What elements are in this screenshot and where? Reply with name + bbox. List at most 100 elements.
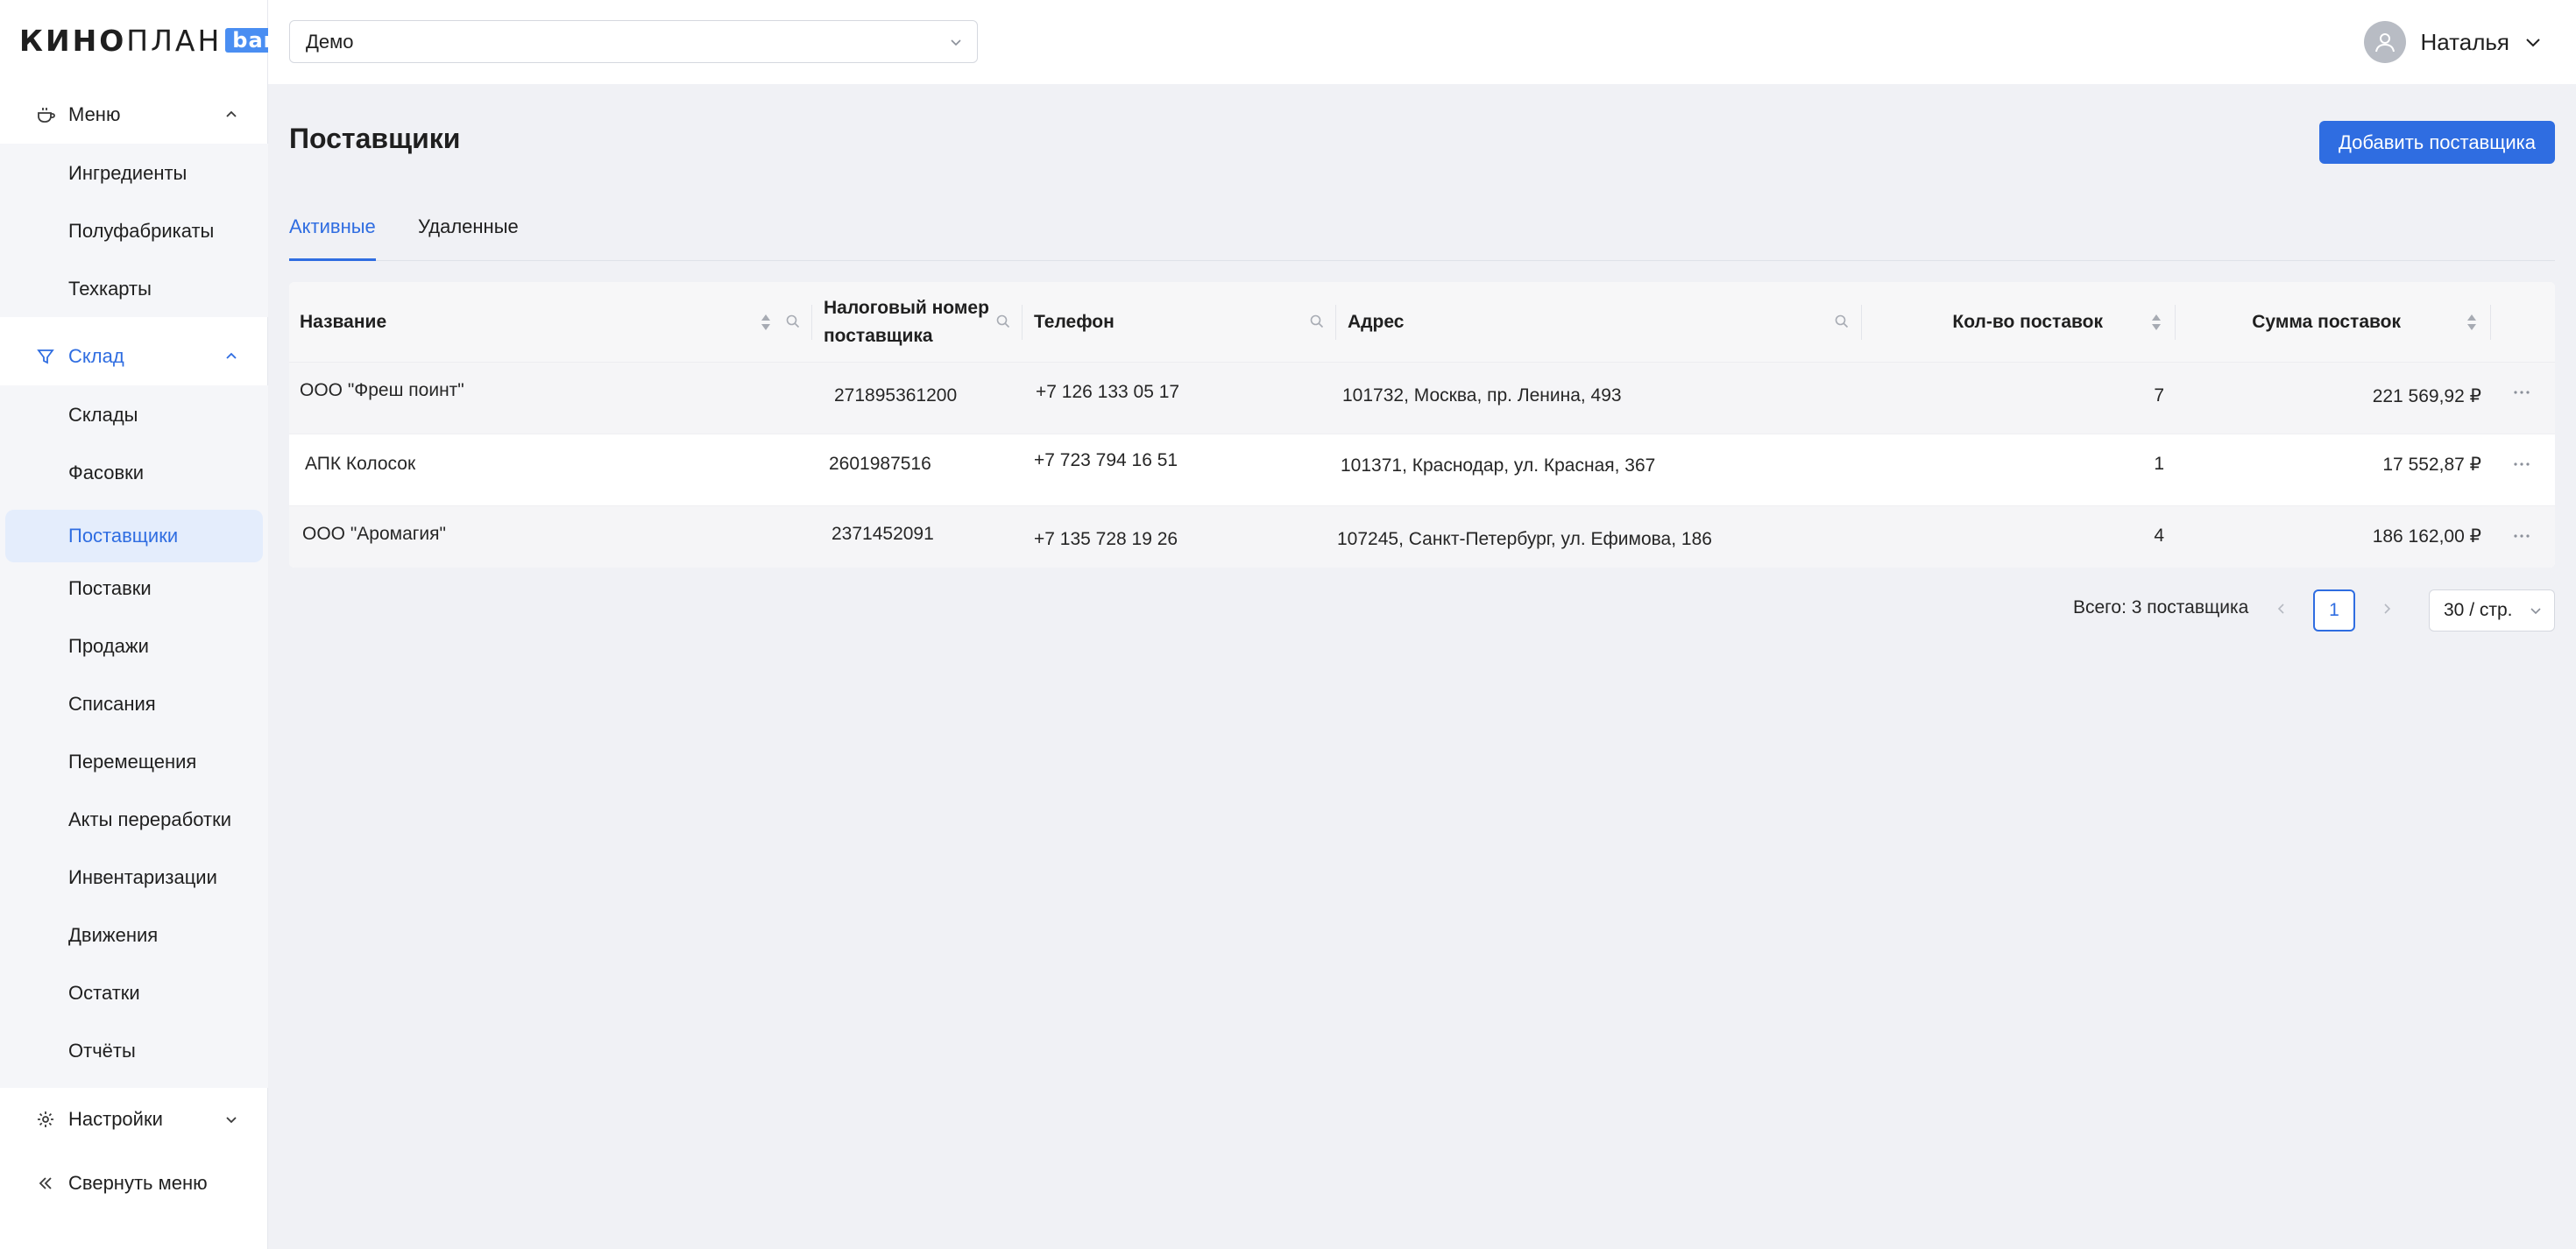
sidebar-item-sales[interactable]: Продажи [5,620,263,673]
sidebar-item-suppliers[interactable]: Поставщики [5,510,263,562]
tab-deleted[interactable]: Удаленные [418,215,519,261]
submenu-warehouse: Склады Фасовки Поставщики Поставки Прода… [0,385,268,1088]
column-divider [2175,305,2176,340]
suppliers-table: Название Налоговый номер поставщика Теле… [289,282,2555,568]
menu-bowl-icon [35,104,56,125]
sidebar-item-warehouses[interactable]: Склады [5,389,263,441]
pagination-page[interactable]: 1 [2313,589,2355,632]
column-header-count[interactable]: Кол-во поставок [1952,312,2103,333]
cell-tax: 271895361200 [834,385,958,406]
submenu-menu: Ингредиенты Полуфабрикаты Техкарты [0,144,268,317]
user-name: Наталья [2420,28,2509,55]
more-actions-icon[interactable] [2511,526,2532,547]
cell-count: 4 [2154,526,2164,546]
column-divider [1335,305,1336,340]
cell-name: ООО "Аромагия" [302,524,446,544]
cell-sum: 221 569,92 ₽ [2372,386,2481,406]
chevron-down-icon [223,1111,240,1128]
sidebar-item-reports[interactable]: Отчёты [5,1025,263,1077]
cinema-select-value: Демо [306,30,354,53]
cell-sum: 186 162,00 ₽ [2372,526,2481,547]
sidebar: КИНОПЛАН bar Меню Ингредиенты Полуфабрик… [0,0,282,1249]
sidebar-group-menu[interactable]: Меню [0,86,268,144]
chevron-right-icon[interactable] [2378,600,2396,617]
sidebar-group-warehouse[interactable]: Склад [0,328,268,385]
column-header-phone[interactable]: Телефон [1034,282,1115,363]
table-row[interactable]: АПК Колосок 2601987516 +7 723 794 16 51 … [289,434,2555,506]
sidebar-item-deliveries[interactable]: Поставки [5,562,263,615]
cell-sum: 17 552,87 ₽ [2382,455,2481,475]
column-header-tax-number[interactable]: Налоговый номер поставщика [824,282,989,363]
cell-tax: 2601987516 [829,454,931,474]
sort-icon[interactable] [2466,312,2478,333]
search-icon[interactable] [1309,314,1325,329]
search-icon[interactable] [785,314,801,329]
add-supplier-button[interactable]: Добавить поставщика [2319,121,2555,164]
column-divider [811,305,812,340]
sidebar-item-techcards[interactable]: Техкарты [5,263,263,315]
sort-icon[interactable] [2150,312,2162,333]
page-size-select[interactable]: 30 / стр. [2429,589,2555,632]
search-icon[interactable] [1834,314,1850,329]
user-menu[interactable]: Наталья [2364,19,2544,65]
page-title: Поставщики [289,123,461,154]
cell-name: ООО "Фреш поинт" [300,380,464,400]
logo-text: КИНОПЛАН [19,23,223,58]
pagination-total: Всего: 3 поставщика [2073,597,2249,617]
cell-address: 107245, Санкт-Петербург, ул. Ефимова, 18… [1337,529,1712,549]
collapse-menu-button[interactable]: Свернуть меню [0,1154,268,1212]
sidebar-item-movements[interactable]: Движения [5,909,263,962]
cell-phone: +7 723 794 16 51 [1034,450,1178,470]
top-bar: Демо Наталья [268,0,2576,84]
avatar [2364,21,2407,63]
chevron-down-icon [2528,603,2544,618]
gear-icon [35,1109,56,1130]
column-header-sum[interactable]: Сумма поставок [2252,312,2401,333]
table-row[interactable]: ООО "Фреш поинт" 271895361200 +7 126 133… [289,363,2555,434]
chevron-up-icon [223,106,240,123]
sidebar-group-label: Настройки [68,1108,163,1130]
cell-address: 101371, Краснодар, ул. Красная, 367 [1341,455,1656,476]
sidebar-item-semifinished[interactable]: Полуфабрикаты [5,205,263,258]
sidebar-item-inventories[interactable]: Инвентаризации [5,851,263,904]
filter-funnel-icon [35,346,56,367]
sidebar-item-writeoffs[interactable]: Списания [5,678,263,730]
tabs: Активные Удаленные [289,207,2555,261]
sidebar-item-ingredients[interactable]: Ингредиенты [5,147,263,200]
tab-active[interactable]: Активные [289,215,376,261]
chevron-down-icon [947,33,965,51]
column-header-tax-line2: поставщика [824,326,933,346]
column-header-name[interactable]: Название [300,282,386,363]
chevron-up-icon [223,348,240,365]
column-divider [2490,305,2491,340]
logo[interactable]: КИНОПЛАН bar [19,23,282,58]
cell-name: АПК Колосок [305,454,416,474]
collapse-menu-label: Свернуть меню [68,1172,208,1194]
sidebar-group-label: Меню [68,103,121,125]
column-header-address[interactable]: Адрес [1348,282,1404,363]
sidebar-item-stock[interactable]: Остатки [5,967,263,1020]
sidebar-item-packaging[interactable]: Фасовки [5,447,263,499]
sort-icon[interactable] [760,312,772,333]
column-divider [1861,305,1862,340]
cinema-select[interactable]: Демо [289,20,978,63]
chevron-left-icon[interactable] [2273,600,2290,617]
cell-phone: +7 126 133 05 17 [1036,382,1180,402]
cell-count: 7 [2154,385,2164,406]
cell-phone: +7 135 728 19 26 [1034,529,1178,549]
sidebar-group-settings[interactable]: Настройки [0,1090,268,1148]
sidebar-group-label: Склад [68,345,124,367]
sidebar-item-processing-acts[interactable]: Акты переработки [5,794,263,846]
chevron-down-icon [2522,31,2544,53]
more-actions-icon[interactable] [2511,382,2532,403]
cell-tax: 2371452091 [832,524,934,544]
cell-address: 101732, Москва, пр. Ленина, 493 [1342,385,1622,406]
table-row[interactable]: ООО "Аромагия" 2371452091 +7 135 728 19 … [289,506,2555,568]
page-size-value: 30 / стр. [2444,600,2513,620]
column-header-count-wrap: Кол-во поставок [1952,282,2103,363]
search-icon[interactable] [995,314,1011,329]
column-header-tax-line1: Налоговый номер [824,298,989,318]
sidebar-item-transfers[interactable]: Перемещения [5,736,263,788]
column-divider [1022,305,1023,340]
more-actions-icon[interactable] [2511,454,2532,475]
